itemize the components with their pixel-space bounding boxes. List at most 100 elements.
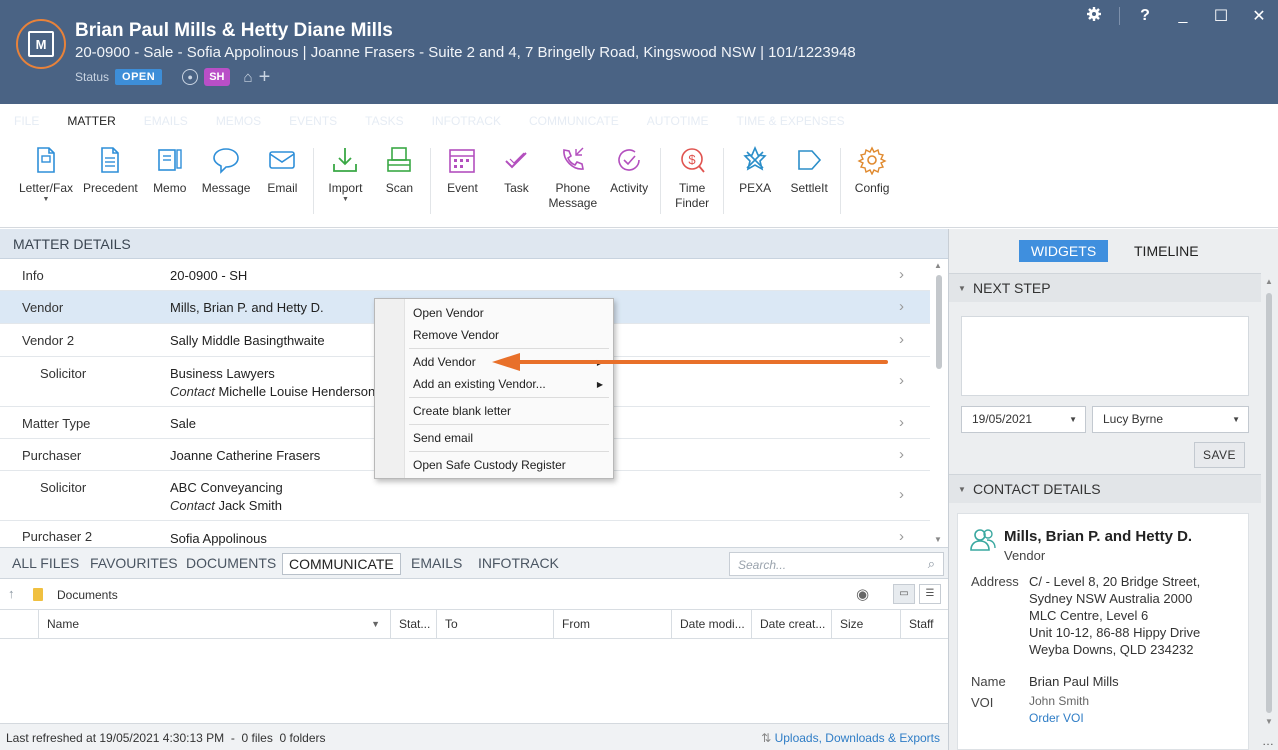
tab-infotrack-files[interactable]: INFOTRACK: [472, 553, 565, 573]
menu-item-send-email[interactable]: Send email: [413, 431, 473, 445]
list-view-icon[interactable]: ☰: [919, 584, 941, 604]
tab-infotrack[interactable]: INFOTRACK: [418, 104, 515, 136]
chevron-right-icon[interactable]: ›: [899, 486, 904, 503]
chevron-right-icon[interactable]: ›: [899, 528, 904, 545]
column-status[interactable]: Stat...: [390, 610, 436, 639]
order-voi-link[interactable]: Order VOI: [1029, 710, 1089, 727]
save-button[interactable]: SAVE: [1194, 442, 1245, 468]
scroll-down-icon[interactable]: ▼: [1265, 717, 1273, 726]
scrollbar-thumb[interactable]: [936, 275, 942, 369]
date-picker[interactable]: 19/05/2021 ▼: [961, 406, 1086, 433]
tab-matter[interactable]: MATTER: [53, 104, 130, 136]
maximize-icon[interactable]: ☐: [1202, 6, 1240, 26]
config-button[interactable]: Config: [850, 136, 894, 227]
menu-item-add-existing-vendor[interactable]: Add an existing Vendor...: [413, 377, 546, 391]
help-icon[interactable]: ?: [1126, 7, 1164, 25]
staff-select[interactable]: Lucy Byrne ▼: [1092, 406, 1249, 433]
tab-emails-files[interactable]: EMAILS: [405, 553, 468, 573]
ribbon-divider: [313, 148, 315, 214]
tab-autotime[interactable]: AUTOTIME: [633, 104, 723, 136]
tab-tasks[interactable]: TASKS: [351, 104, 417, 136]
message-button[interactable]: Message: [202, 136, 250, 227]
scroll-up-icon[interactable]: ▲: [1265, 277, 1273, 286]
uploads-downloads-link[interactable]: ⇅ Uploads, Downloads & Exports: [761, 731, 940, 745]
file-list[interactable]: [0, 639, 948, 723]
tag-icon[interactable]: ⌂: [244, 69, 253, 86]
address-line: Sydney NSW Australia 2000: [1029, 591, 1193, 606]
task-button[interactable]: Task: [494, 136, 538, 227]
tab-documents[interactable]: DOCUMENTS: [180, 553, 282, 573]
time-finder-button[interactable]: $ Time Finder: [670, 136, 714, 227]
scroll-up-icon[interactable]: ▲: [934, 261, 942, 270]
folder-view-icon[interactable]: ▭: [893, 584, 915, 604]
tab-communicate-files[interactable]: COMMUNICATE: [282, 553, 401, 575]
tab-memos[interactable]: MEMOS: [202, 104, 275, 136]
scrollbar-thumb[interactable]: [1266, 293, 1272, 713]
add-tag-icon[interactable]: +: [259, 67, 271, 87]
up-arrow-icon[interactable]: ↑: [8, 586, 15, 601]
detail-row-info[interactable]: Info 20-0900 - SH ›: [0, 259, 930, 291]
tab-events[interactable]: EVENTS: [275, 104, 351, 136]
column-date-modified[interactable]: Date modi...: [671, 610, 751, 639]
column-name[interactable]: Name ▼: [38, 610, 390, 639]
contact-details-section-header[interactable]: ▼ CONTACT DETAILS: [949, 474, 1261, 503]
status-badge[interactable]: OPEN: [115, 69, 163, 85]
chevron-right-icon[interactable]: ›: [899, 446, 904, 463]
next-step-section-header[interactable]: ▼ NEXT STEP: [949, 273, 1261, 302]
memo-button[interactable]: Memo: [148, 136, 192, 227]
tab-all-files[interactable]: ALL FILES: [6, 553, 85, 573]
tab-file[interactable]: FILE: [0, 104, 53, 136]
right-panel-scrollbar[interactable]: ▲ ▼: [1261, 273, 1278, 750]
email-button[interactable]: Email: [260, 136, 304, 227]
minimize-icon[interactable]: _: [1164, 7, 1202, 25]
tab-favourites[interactable]: FAVOURITES: [84, 553, 184, 573]
next-step-textarea[interactable]: [961, 316, 1249, 396]
tab-emails[interactable]: EMAILS: [130, 104, 202, 136]
scroll-down-icon[interactable]: ▼: [934, 535, 942, 544]
chevron-right-icon[interactable]: ›: [899, 414, 904, 431]
settleit-button[interactable]: SettleIt: [787, 136, 831, 227]
menu-item-add-vendor[interactable]: Add Vendor: [413, 355, 476, 369]
detail-row-purchaser-2[interactable]: Purchaser 2 Sofia Appolinous ›: [0, 521, 930, 547]
menu-item-create-blank-letter[interactable]: Create blank letter: [413, 404, 511, 418]
staff-badge[interactable]: SH: [204, 68, 230, 86]
chevron-right-icon[interactable]: ›: [899, 372, 904, 389]
contacts-icon: [970, 529, 996, 551]
search-input[interactable]: Search... ⌕: [729, 552, 944, 576]
import-button[interactable]: Import ▼: [323, 136, 367, 227]
tab-communicate[interactable]: COMMUNICATE: [515, 104, 633, 136]
chevron-right-icon[interactable]: ›: [899, 298, 904, 315]
precedent-button[interactable]: Precedent: [83, 136, 138, 227]
activity-button[interactable]: Activity: [607, 136, 651, 227]
tab-widgets[interactable]: WIDGETS: [1019, 240, 1108, 262]
menu-item-remove-vendor[interactable]: Remove Vendor: [413, 328, 499, 342]
phone-message-button[interactable]: Phone Message: [548, 136, 597, 227]
letter-fax-button[interactable]: Letter/Fax ▼: [19, 136, 73, 227]
close-icon[interactable]: ✕: [1240, 6, 1278, 26]
contact-name[interactable]: Mills, Brian P. and Hetty D.: [1004, 528, 1192, 545]
menu-item-open-safe-custody-register[interactable]: Open Safe Custody Register: [413, 458, 566, 472]
eye-icon[interactable]: ◉: [856, 585, 869, 603]
column-to[interactable]: To: [436, 610, 553, 639]
menu-item-open-vendor[interactable]: Open Vendor: [413, 306, 484, 320]
chevron-right-icon[interactable]: ›: [899, 331, 904, 348]
person-icon[interactable]: ●: [182, 69, 199, 85]
column-date-created[interactable]: Date creat...: [751, 610, 831, 639]
pexa-button[interactable]: PEXA: [733, 136, 777, 227]
column-from[interactable]: From: [553, 610, 671, 639]
column-select[interactable]: [0, 610, 38, 639]
column-staff[interactable]: Staff: [900, 610, 948, 639]
tab-time-expenses[interactable]: TIME & EXPENSES: [723, 104, 859, 136]
scan-button[interactable]: Scan: [377, 136, 421, 227]
gear-icon[interactable]: [1075, 6, 1113, 27]
detail-label: Vendor: [22, 300, 64, 315]
more-options-icon[interactable]: …: [1262, 734, 1274, 748]
tab-timeline[interactable]: TIMELINE: [1134, 240, 1199, 262]
search-icon[interactable]: ⌕: [928, 556, 935, 572]
name-value: Brian Paul Mills: [1029, 674, 1119, 689]
event-button[interactable]: Event: [440, 136, 484, 227]
breadcrumb-folder[interactable]: Documents: [57, 588, 118, 602]
details-scrollbar[interactable]: ▲ ▼: [932, 259, 946, 547]
column-size[interactable]: Size: [831, 610, 900, 639]
chevron-right-icon[interactable]: ›: [899, 266, 904, 283]
